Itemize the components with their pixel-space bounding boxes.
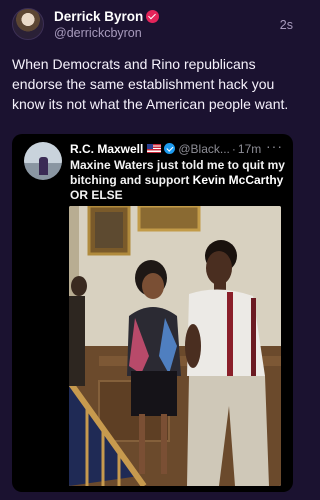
quoted-timestamp[interactable]: 17m [238,142,261,156]
quoted-post-card[interactable]: R.C. Maxwell @Black... · 17m ··· Maxine Wat… [12,134,293,492]
quoted-text-part2: OR ELSE [70,188,123,202]
quoted-author-avatar[interactable] [24,142,62,180]
verified-badge-icon [146,10,160,23]
quoted-author-name[interactable]: R.C. Maxwell [70,142,143,156]
ellipsis-icon[interactable]: ··· [266,138,283,154]
author-name-text[interactable]: Derrick Byron [54,9,143,24]
author-handle[interactable]: @derrickcbyron [54,26,142,40]
timestamp[interactable]: 2s [280,18,293,32]
quoted-text-highlight: Kevin McCarthy [192,173,284,187]
photo-illustration [69,206,281,486]
post-text: When Democrats and Rino republicans endo… [12,56,289,112]
quoted-post-text: Maxine Waters just told me to quit my bi… [70,158,286,203]
quoted-post-photo[interactable] [69,206,281,486]
quoted-author-handle[interactable]: @Black... [178,142,230,156]
us-flag-icon [147,144,162,153]
verified-icon [164,143,176,154]
author-name[interactable]: Derrick Byron [54,9,160,24]
quoted-separator: · [231,142,236,156]
post-header: Derrick Byron @derrickcbyron 2s [12,8,293,44]
quoted-author-line[interactable]: R.C. Maxwell @Black... · 17m [70,142,261,156]
avatar[interactable] [12,8,44,40]
